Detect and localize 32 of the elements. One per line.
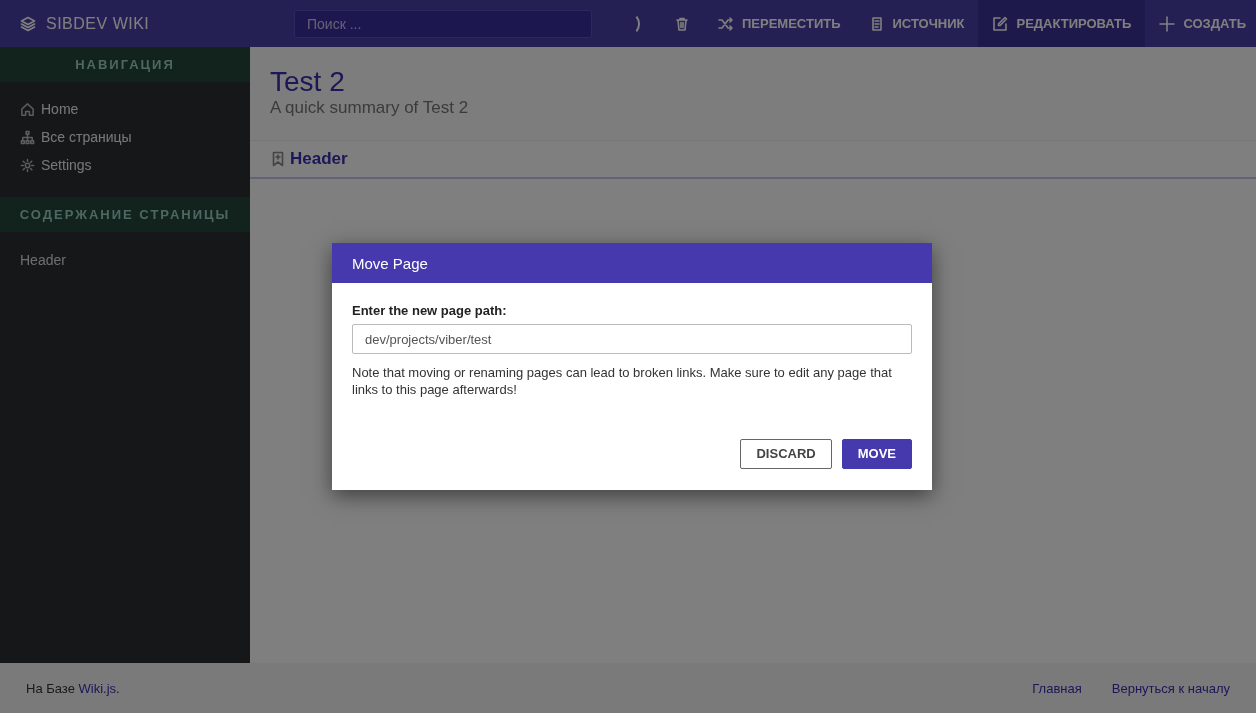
footer-link[interactable]: Главная xyxy=(1032,680,1082,696)
plus-icon xyxy=(1159,15,1176,32)
trash-icon xyxy=(674,15,690,32)
move-button[interactable]: MOVE xyxy=(841,438,912,469)
shuffle-icon xyxy=(718,15,734,32)
page-summary: A quick summary of Test 2 xyxy=(270,97,470,118)
settings-icon xyxy=(20,157,35,173)
toolbar-button[interactable]: ПЕРЕМЕСТИТЬ xyxy=(704,0,855,47)
site-title[interactable]: SIBDEV WIKI xyxy=(46,14,150,33)
toolbar-button[interactable]: РЕДАКТИРОВАТЬ xyxy=(978,0,1146,47)
section-heading: НАВИГАЦИЯ xyxy=(0,47,250,82)
nav-item[interactable]: Все страницы xyxy=(0,123,250,151)
discard-button[interactable]: DISCARD xyxy=(740,438,832,469)
nav-item[interactable]: Settings xyxy=(0,151,250,179)
toc-link[interactable]: Header xyxy=(0,246,250,274)
field-label: Enter the new page path: xyxy=(352,303,508,318)
credit-text: На Базе Wiki.js. xyxy=(26,680,120,696)
layers-icon xyxy=(20,15,36,32)
footer-link[interactable]: Вернуться к началу xyxy=(1111,680,1230,696)
bookmark-icon xyxy=(270,150,286,167)
warning-note: Note that moving or renaming pages can lead to broken links. Make sure to edit any page that links to this page afterwards! xyxy=(352,365,893,399)
toolbar-button[interactable]: СОЗДАТЬ xyxy=(1145,0,1256,47)
edit-icon xyxy=(992,15,1009,32)
dialog-title: Move Page xyxy=(332,243,932,283)
section-heading: СОДЕРЖАНИЕ СТРАНИЦЫ xyxy=(0,197,250,232)
home-icon xyxy=(20,101,35,117)
path-field[interactable]: dev/projects/viber/test xyxy=(352,324,912,354)
sitemap-icon xyxy=(20,129,35,145)
section-heading: Header xyxy=(290,148,348,169)
page-title: Test 2 xyxy=(270,67,346,98)
nav-item[interactable]: Home xyxy=(0,95,250,123)
search-field[interactable]: Поиск ... xyxy=(294,9,592,38)
